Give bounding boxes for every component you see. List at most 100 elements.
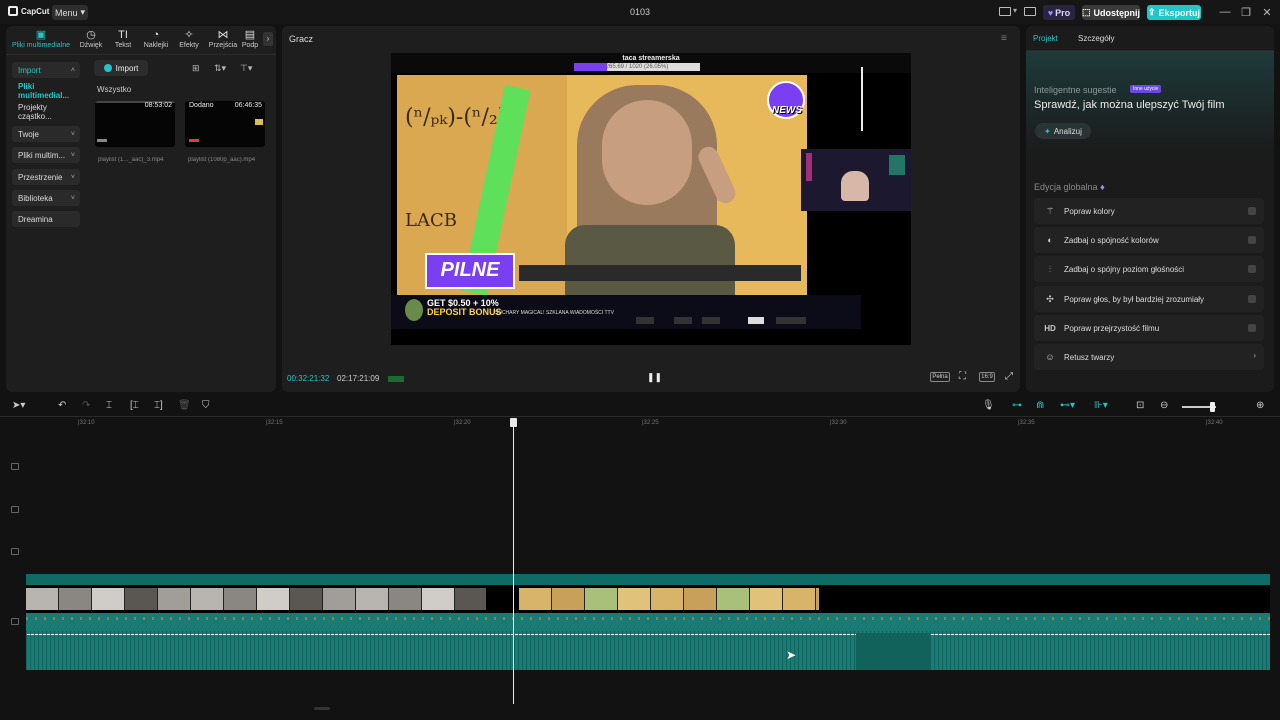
toggle[interactable] [1248,207,1256,215]
restore-icon[interactable]: ❐ [1239,6,1253,19]
pause-icon[interactable]: ❚❚ [647,372,662,383]
zoom-out-icon[interactable]: ⊖ [1160,400,1168,411]
mouse-cursor: ➤ [786,648,797,662]
sidebar-item-yours[interactable]: Twoje ˅ [12,126,80,142]
toggle[interactable] [1248,324,1256,332]
global-item-voice[interactable]: ✣ Popraw głos, by był bardziej zrozumiały [1034,286,1264,312]
trim-left-icon[interactable]: [⌶ [130,400,139,411]
playhead[interactable] [513,424,514,704]
global-item-fix-colors[interactable]: ⚚ Popraw kolory [1034,198,1264,224]
pro-button[interactable]: ♥ Pro [1043,5,1075,20]
chevron-right-icon[interactable]: › [263,32,273,46]
video-clip[interactable] [26,588,486,610]
stream-control [702,317,720,324]
media-thumbnail[interactable]: 08:53:02 [95,101,175,147]
tab-effects[interactable]: ✧ Efekty [172,28,206,54]
menu-lines-icon[interactable]: ≡ [1001,33,1007,44]
media-duration: 08:53:02 [144,102,172,109]
playhead-handle[interactable] [510,418,517,427]
toggle[interactable] [1248,265,1256,273]
export-button[interactable]: ⇪ Eksportuj [1147,5,1201,20]
magnet-icon[interactable]: ⋒ [1036,400,1044,411]
sidebar-item-spaces[interactable]: Przestrzenie ˅ [12,169,80,185]
snap-icon[interactable]: ⊷▾ [1060,400,1075,411]
clip-frame [356,588,389,610]
track-icon[interactable] [11,618,19,625]
menu-button[interactable]: Menu ▾ [52,5,88,20]
board-formula: (ⁿ/ₚₖ)-(ⁿ/₂) [405,105,507,130]
tab-details[interactable]: Szczegóły [1078,34,1114,43]
trim-right-icon[interactable]: ⌶] [154,400,163,411]
sidebar-item-media-files-2[interactable]: Pliki multim... ˅ [12,147,80,163]
capcut-logo-icon [8,6,18,16]
hd-icon: HD [1044,323,1056,333]
plus-circle-icon [103,64,112,72]
aspect-ratio-button[interactable]: 16:9 [979,372,995,382]
fit-screen-icon[interactable]: ⛶ [959,371,966,382]
filter-icon[interactable]: ⊤▾ [240,63,252,74]
tab-text[interactable]: TI Tekst [106,28,140,54]
app-logo: CapCut [8,6,49,16]
shortcuts-icon[interactable] [1024,7,1036,16]
redo-icon[interactable]: ↷ [82,400,90,411]
toggle[interactable] [1248,236,1256,244]
link-icon[interactable]: ⊶ [1012,400,1022,411]
sort-icon[interactable]: ⇅▾ [214,63,226,74]
import-button[interactable]: Import [94,60,148,76]
captions-icon: ▤ [244,29,256,41]
split-icon[interactable]: ⌶ [106,400,112,411]
undo-icon[interactable]: ↶ [58,400,66,411]
diamond-icon: ♥ [1047,7,1054,18]
audio-track[interactable] [26,613,1270,670]
tab-stickers[interactable]: ◔ Naklejki [139,28,173,54]
track-icon[interactable] [11,506,19,513]
video-preview[interactable]: taca streamerska 265.69 / 1020 (26.05%) … [391,53,911,345]
share-button[interactable]: ⬚ Udostępnij [1082,5,1140,20]
chevron-down-icon[interactable]: ▾ [1013,6,1017,15]
shield-icon[interactable]: ⛉ [202,400,210,411]
clip-frame [92,588,125,610]
tab-transitions[interactable]: ⋈ Przejścia [206,28,240,54]
toggle[interactable] [1248,295,1256,303]
global-item-volume[interactable]: ⫶ Zadbaj o spójny poziom głośności [1034,256,1264,282]
zoom-in-icon[interactable]: ⊕ [1256,400,1264,411]
video-clip[interactable] [519,588,819,610]
share-label: Udostępnij [1093,7,1141,18]
close-icon[interactable]: ✕ [1260,6,1274,19]
sidebar-item-media-files[interactable]: Pliki multimedial... [12,82,80,100]
track-icon[interactable] [11,548,19,555]
clip-frame [191,588,224,610]
analyze-button[interactable]: ✦ Analizuj [1035,123,1091,139]
horizontal-scrollbar[interactable] [314,707,330,710]
sidebar-item-dreamina[interactable]: Dreamina [12,211,80,227]
delete-icon[interactable]: 🗑 [178,400,191,411]
tab-captions[interactable]: ▤ Podp [238,28,262,54]
zoom-slider-handle[interactable] [1210,402,1215,412]
tab-label: Przejścia [208,42,238,49]
select-tool-icon[interactable]: ➤▾ [12,400,25,411]
caption-icon[interactable]: ⊡ [1136,400,1144,411]
tab-project[interactable]: Projekt [1033,34,1058,43]
fullscreen-icon[interactable]: ⤢ [1005,371,1013,382]
microphone-icon[interactable]: 🎙 [982,400,995,411]
grid-view-icon[interactable]: ⊞ [192,63,200,74]
global-item-face-retouch[interactable]: ☺ Retusz twarzy › [1034,344,1264,370]
sidebar-item-label: Projekty cząstko... [18,103,52,121]
media-thumbnail[interactable]: Dodano 06:46:35 [185,101,265,147]
track-icon[interactable] [11,463,19,470]
audio-waveform [26,631,1270,670]
sidebar-item-import[interactable]: Import ˄ [12,62,80,78]
minimize-icon[interactable]: — [1218,6,1232,18]
global-item-clarity[interactable]: HD Popraw przejrzystość filmu [1034,315,1264,341]
stream-control [674,317,692,324]
tab-media[interactable]: ▣ Pliki multimedialne [8,28,74,54]
preview-axis-icon[interactable]: ⊪▾ [1094,400,1108,411]
layout-icon[interactable] [999,7,1011,16]
quality-button[interactable]: Pełna [930,372,950,382]
clip-frame [158,588,191,610]
clip-frame [585,588,618,610]
sidebar-item-library[interactable]: Biblioteka ˅ [12,190,80,206]
tab-audio[interactable]: ◷ Dźwięk [74,28,108,54]
global-item-color-match[interactable]: ◐ Zadbaj o spójność kolorów [1034,227,1264,253]
sidebar-item-projects[interactable]: Projekty cząstko... [12,103,80,121]
